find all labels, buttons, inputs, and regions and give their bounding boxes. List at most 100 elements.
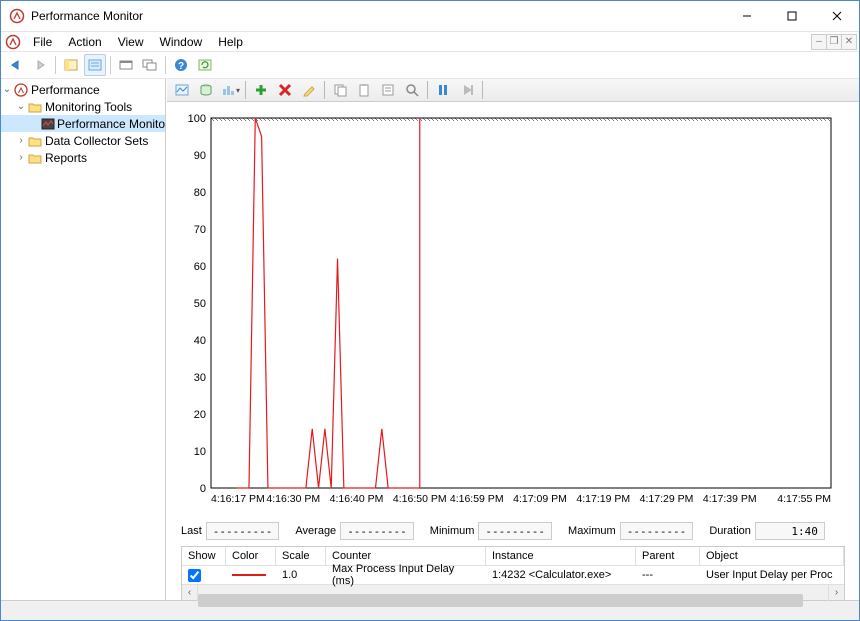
duration-label: Duration: [709, 525, 751, 537]
refresh-button[interactable]: [194, 54, 216, 76]
properties-toolbar-button[interactable]: [377, 79, 399, 101]
tree-node-reports[interactable]: › Reports: [1, 149, 165, 166]
folder-icon: [27, 150, 43, 166]
svg-text:4:17:09 PM: 4:17:09 PM: [513, 493, 567, 505]
col-instance[interactable]: Instance: [486, 547, 636, 566]
col-show[interactable]: Show: [182, 547, 226, 566]
content-pane: ▾ 01020304050607080901004:16:17 PM4:16:3…: [166, 79, 859, 600]
new-window-button[interactable]: [139, 54, 161, 76]
svg-text:4:16:59 PM: 4:16:59 PM: [450, 493, 504, 505]
paste-button[interactable]: [353, 79, 375, 101]
scroll-right-button[interactable]: ›: [828, 585, 844, 601]
counter-parent: ---: [636, 566, 700, 584]
col-parent[interactable]: Parent: [636, 547, 700, 566]
chart-area: 01020304050607080901004:16:17 PM4:16:30 …: [167, 102, 859, 514]
console-tree-button[interactable]: [115, 54, 137, 76]
app-icon: [9, 8, 25, 24]
menubar: File Action View Window Help ‒ ❐ ✕: [1, 31, 859, 51]
svg-text:?: ?: [178, 61, 184, 72]
counter-color-swatch: [232, 574, 266, 576]
performance-icon: [13, 82, 29, 98]
svg-text:4:17:55 PM: 4:17:55 PM: [777, 493, 831, 505]
help-button[interactable]: ?: [170, 54, 192, 76]
window-title: Performance Monitor: [31, 9, 724, 23]
col-scale[interactable]: Scale: [276, 547, 326, 566]
minimum-value: ---------: [478, 522, 552, 540]
menu-action[interactable]: Action: [60, 33, 109, 51]
svg-text:4:17:39 PM: 4:17:39 PM: [703, 493, 757, 505]
navigation-tree[interactable]: ⌄ Performance ⌄ Monitoring Tools Perform…: [1, 79, 166, 600]
mmc-toolbar: ?: [1, 51, 859, 79]
tree-node-performance-monitor[interactable]: Performance Monitor: [1, 115, 165, 132]
folder-icon: [27, 99, 43, 115]
svg-text:4:16:30 PM: 4:16:30 PM: [266, 493, 320, 505]
last-value: ---------: [206, 522, 280, 540]
view-current-button[interactable]: [171, 79, 193, 101]
tree-node-data-collector-sets[interactable]: › Data Collector Sets: [1, 132, 165, 149]
menu-help[interactable]: Help: [210, 33, 251, 51]
mdi-restore-button[interactable]: ❐: [826, 34, 842, 50]
menu-window[interactable]: Window: [152, 33, 211, 51]
svg-text:80: 80: [194, 187, 206, 199]
forward-button[interactable]: [29, 54, 51, 76]
svg-text:70: 70: [194, 224, 206, 236]
menu-file[interactable]: File: [25, 33, 60, 51]
copy-button[interactable]: [329, 79, 351, 101]
maximum-label: Maximum: [568, 525, 616, 537]
properties-button[interactable]: [84, 54, 106, 76]
counter-list-hscrollbar[interactable]: ‹ ›: [182, 584, 844, 600]
counter-object: User Input Delay per Proc: [700, 566, 844, 584]
average-label: Average: [295, 525, 336, 537]
freeze-button[interactable]: [432, 79, 454, 101]
menu-view[interactable]: View: [110, 33, 152, 51]
delete-counter-button[interactable]: [274, 79, 296, 101]
counter-scale: 1.0: [276, 566, 326, 584]
maximum-value: ---------: [620, 522, 694, 540]
scroll-left-button[interactable]: ‹: [182, 585, 198, 601]
counter-list-header: Show Color Scale Counter Instance Parent…: [182, 547, 844, 566]
average-value: ---------: [340, 522, 414, 540]
counter-show-checkbox[interactable]: [188, 569, 201, 582]
svg-text:40: 40: [194, 335, 206, 347]
add-counter-button[interactable]: [250, 79, 272, 101]
mdi-minimize-button[interactable]: ‒: [811, 34, 827, 50]
tree-node-monitoring-tools[interactable]: ⌄ Monitoring Tools: [1, 98, 165, 115]
svg-text:50: 50: [194, 298, 206, 310]
svg-text:0: 0: [200, 483, 206, 495]
mdi-close-button[interactable]: ✕: [841, 34, 857, 50]
svg-text:90: 90: [194, 150, 206, 162]
counter-instance: 1:4232 <Calculator.exe>: [486, 566, 636, 584]
folder-icon: [27, 133, 43, 149]
titlebar: Performance Monitor: [1, 1, 859, 31]
view-log-button[interactable]: [195, 79, 217, 101]
svg-text:4:17:29 PM: 4:17:29 PM: [640, 493, 694, 505]
tree-node-performance[interactable]: ⌄ Performance: [1, 81, 165, 98]
minimize-button[interactable]: [724, 2, 769, 31]
counter-name: Max Process Input Delay (ms): [326, 566, 486, 584]
app-icon-small: [5, 34, 21, 50]
minimum-label: Minimum: [430, 525, 475, 537]
svg-text:10: 10: [194, 446, 206, 458]
highlight-button[interactable]: [298, 79, 320, 101]
col-object[interactable]: Object: [700, 547, 844, 566]
back-button[interactable]: [5, 54, 27, 76]
perfmon-toolbar: ▾: [167, 79, 859, 102]
show-hide-tree-button[interactable]: [60, 54, 82, 76]
close-button[interactable]: [814, 2, 859, 31]
svg-text:60: 60: [194, 261, 206, 273]
mdi-window-controls: ‒ ❐ ✕: [812, 34, 859, 50]
chart-svg: 01020304050607080901004:16:17 PM4:16:30 …: [181, 112, 841, 512]
stats-bar: Last --------- Average --------- Minimum…: [167, 514, 859, 544]
svg-text:4:16:17 PM: 4:16:17 PM: [211, 493, 265, 505]
counter-list[interactable]: Show Color Scale Counter Instance Parent…: [181, 546, 845, 601]
svg-text:4:17:19 PM: 4:17:19 PM: [576, 493, 630, 505]
svg-text:20: 20: [194, 409, 206, 421]
update-button[interactable]: [456, 79, 478, 101]
col-color[interactable]: Color: [226, 547, 276, 566]
counter-row[interactable]: 1.0 Max Process Input Delay (ms) 1:4232 …: [182, 566, 844, 584]
maximize-button[interactable]: [769, 2, 814, 31]
scroll-thumb[interactable]: [198, 594, 803, 607]
perfmon-node-icon: [41, 116, 55, 132]
change-graph-button[interactable]: ▾: [219, 79, 241, 101]
zoom-button[interactable]: [401, 79, 423, 101]
